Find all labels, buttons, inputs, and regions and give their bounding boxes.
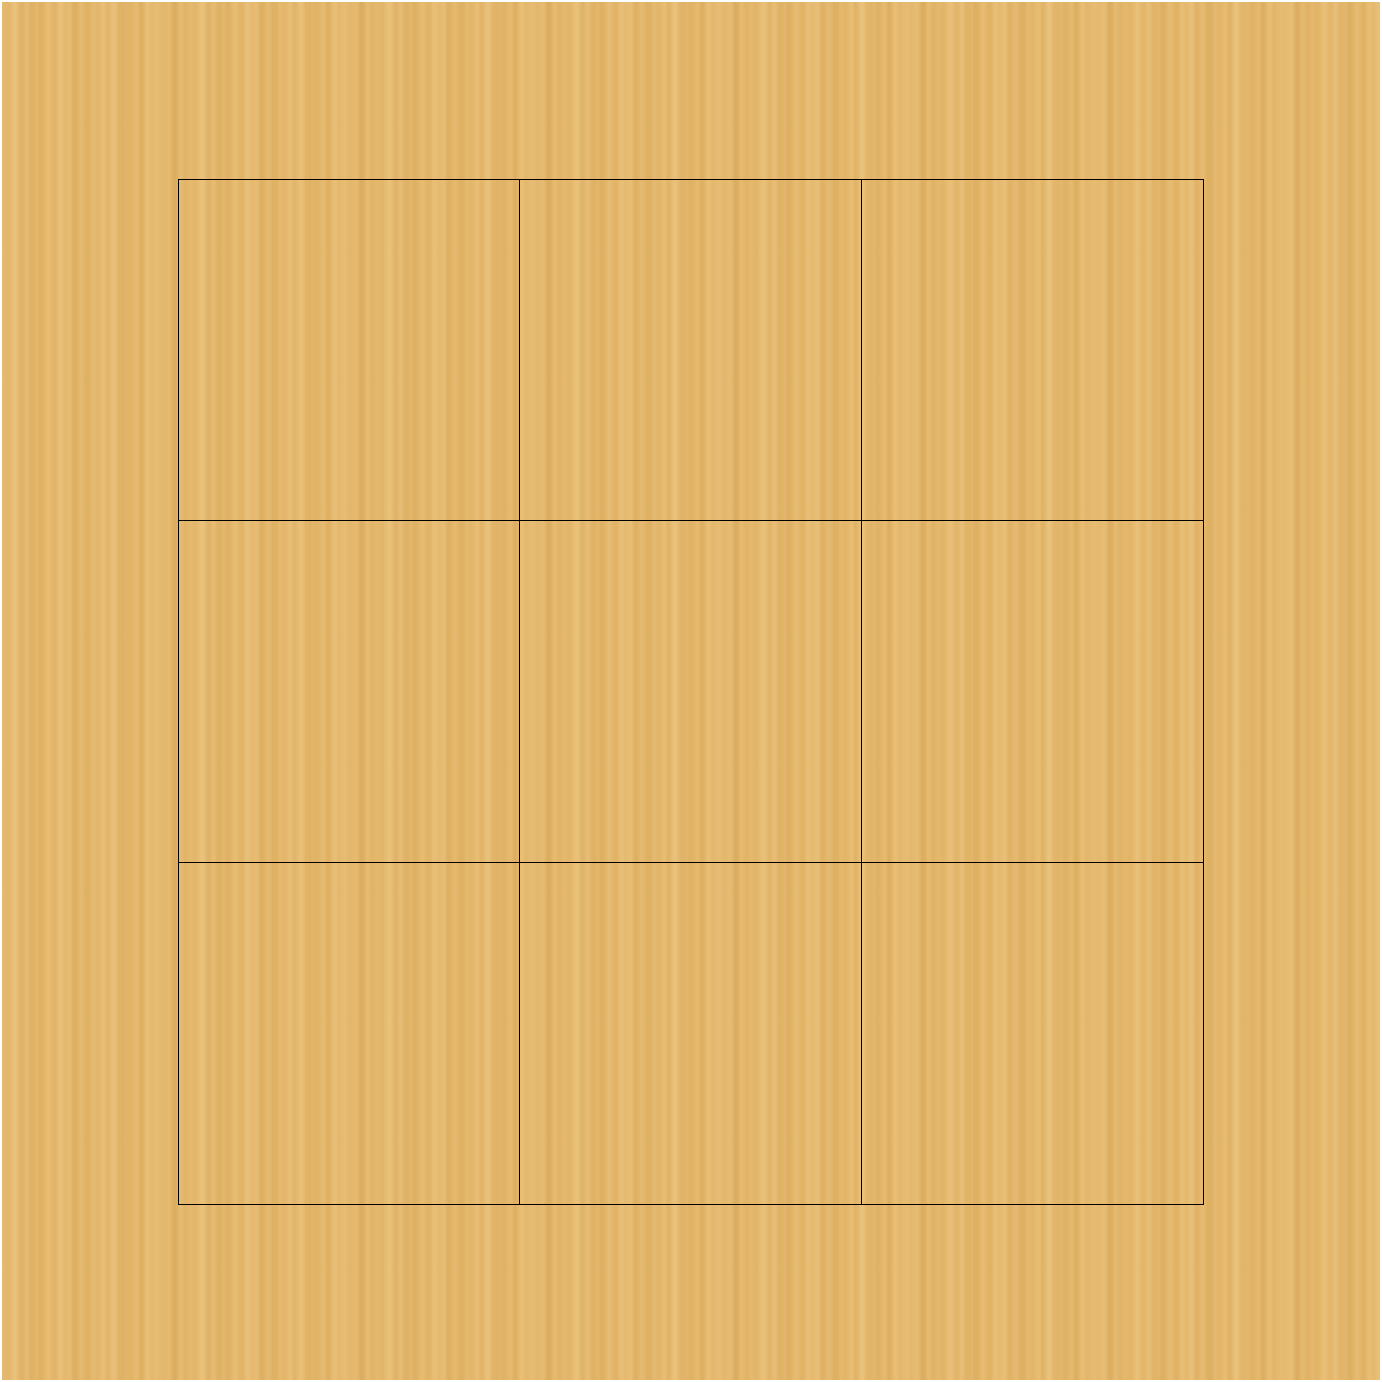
board-cell-r1-c3[interactable] [861, 180, 1203, 522]
board-cell-r3-c3[interactable] [862, 863, 1203, 1204]
board-cell-r1-c2[interactable] [520, 180, 862, 522]
board-cell-r3-c1[interactable] [179, 862, 521, 1204]
board-cell-r3-c2[interactable] [520, 862, 862, 1204]
game-board [2, 2, 1380, 1380]
board-cell-r2-c3[interactable] [861, 521, 1203, 863]
board-cell-r2-c1[interactable] [179, 521, 521, 863]
board-cell-r1-c1[interactable] [179, 180, 521, 522]
board-cell-r2-c2[interactable] [520, 521, 862, 863]
board-grid [178, 179, 1204, 1205]
